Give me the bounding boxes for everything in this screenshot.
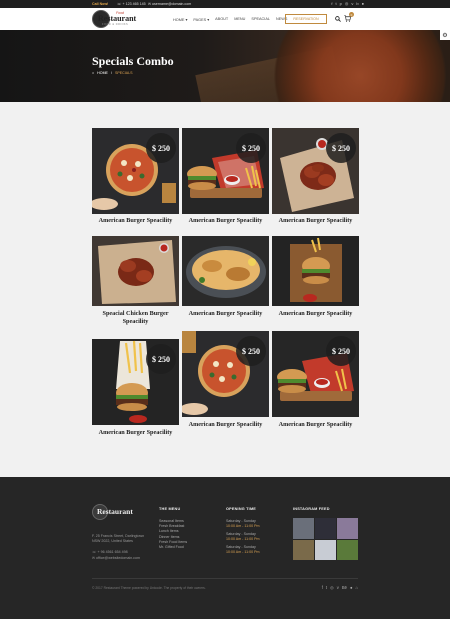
card-image[interactable]: $ 250 [182, 128, 269, 214]
menu-list: Seasonal Items Fresh Breakfast Lunch Ite… [159, 519, 187, 550]
hours-time: 10:00 Am - 11:00 Pm [226, 523, 260, 528]
copyright-text: © 2017 Restaurant Theme powered by Unico… [92, 586, 206, 590]
twitter-icon[interactable]: t [326, 585, 327, 590]
opening-hours: Saturday - Sunday 10:00 Am - 11:00 Pm Sa… [226, 519, 286, 559]
breadcrumb: ⌂ HOME / SPECIALS [92, 71, 133, 75]
footer-divider [92, 578, 358, 579]
price-badge: $ 250 [236, 133, 266, 163]
breadcrumb-home[interactable]: HOME [97, 71, 108, 75]
card-title[interactable]: American Burger Speacility [182, 217, 269, 225]
facebook-icon[interactable]: f [322, 585, 323, 590]
page-hero: Specials Combo ⌂ HOME / SPECIALS [0, 30, 450, 102]
nav-home[interactable]: HOME ▾ [173, 17, 187, 22]
home-icon: ⌂ [92, 71, 95, 75]
main-nav: HOME ▾ PAGES ▾ ABOUT MENU SPEACIAL NEWS [173, 17, 287, 22]
instagram-icon[interactable]: ◎ [345, 1, 349, 6]
site-logo[interactable]: Food Restaurant FOOD & DRINKS [92, 10, 142, 28]
pinterest-icon[interactable]: p [340, 1, 342, 6]
footer-logo[interactable]: Restaurant [92, 504, 142, 520]
menu-link[interactable]: Mr. Gifted Food [159, 545, 187, 550]
instagram-thumb[interactable] [337, 518, 358, 539]
instagram-icon[interactable]: ◎ [330, 585, 334, 590]
card-title[interactable]: American Burger Speacility [182, 310, 269, 318]
hours-row: Saturday - Sunday 10:00 Am - 11:00 Pm [226, 532, 286, 541]
price-badge: $ 250 [236, 336, 266, 366]
hours-time: 10:00 Am - 11:00 Pm [226, 536, 260, 541]
vimeo-icon[interactable]: v [351, 1, 353, 6]
card-image[interactable]: $ 250 [272, 331, 359, 417]
card-image[interactable]: $ 250 [182, 331, 269, 417]
price-badge: $ 250 [326, 336, 356, 366]
chicken-graphic [182, 236, 269, 306]
behance-icon[interactable]: b [356, 1, 358, 6]
card-image[interactable]: $ 250 [272, 128, 359, 214]
reservation-button[interactable]: RESERVATION [285, 14, 327, 24]
topbar-socials: f t p ◎ v b ● [331, 1, 364, 6]
breadcrumb-current: SPECIALS [114, 71, 133, 75]
hours-time: 10:00 Am - 11:00 Pm [226, 549, 260, 554]
menu-heading: THE MENU [159, 507, 181, 511]
card-title[interactable]: American Burger Speacility [272, 310, 359, 318]
price-badge: $ 250 [326, 133, 356, 163]
hours-heading: OPENING TIME [226, 507, 257, 511]
card-image[interactable]: $ 250 [92, 128, 179, 214]
card-title[interactable]: American Burger Speacility [272, 421, 359, 429]
footer-email[interactable]: office@websitedomain.com [96, 556, 140, 560]
search-icon[interactable] [335, 16, 341, 22]
instagram-thumb[interactable] [293, 539, 314, 560]
card-image[interactable] [272, 236, 359, 306]
call-now-label: Call Now! [92, 1, 109, 6]
nav-pages[interactable]: PAGES ▾ [193, 17, 209, 22]
top-bar: Call Now! ☏ + 123 465 145 ✉ username@dom… [0, 0, 450, 8]
topbar-email[interactable]: ✉ username@domain.com [148, 2, 191, 6]
hours-row: Saturday - Sunday 10:00 Am - 11:00 Pm [226, 545, 286, 554]
instagram-thumb[interactable] [315, 518, 336, 539]
footer-contact: ☏ + 96 4561 654 498 ✉ office@websitedoma… [92, 549, 140, 561]
card-image[interactable] [182, 236, 269, 306]
main-header: Food Restaurant FOOD & DRINKS HOME ▾ PAG… [0, 8, 450, 30]
card-title[interactable]: American Burger Speacility [92, 429, 179, 437]
hours-row: Saturday - Sunday 10:00 Am - 11:00 Pm [226, 519, 286, 528]
breadcrumb-separator: / [110, 71, 112, 75]
card-title[interactable]: American Burger Speacility [182, 421, 269, 429]
topbar-email-text: username@domain.com [152, 1, 192, 6]
dribbble-icon[interactable]: ● [362, 1, 364, 6]
hero-pizza-graphic [260, 30, 450, 102]
card-image[interactable]: $ 250 [92, 339, 179, 425]
nav-special[interactable]: SPEACIAL [251, 17, 270, 22]
twitter-icon[interactable]: t [335, 1, 336, 6]
instagram-heading: INSTAGRAM FEED [293, 507, 330, 511]
settings-gear-icon[interactable]: ⚙ [440, 30, 450, 40]
burger-graphic [272, 236, 359, 306]
topbar-phone[interactable]: ☏ + 123 465 145 [117, 2, 146, 6]
nav-about[interactable]: ABOUT [215, 17, 228, 22]
instagram-feed [293, 518, 358, 560]
logo-word: Restaurant [98, 14, 137, 23]
price-badge: $ 250 [146, 133, 176, 163]
facebook-icon[interactable]: f [331, 1, 332, 6]
nav-menu[interactable]: MENU [234, 17, 245, 22]
cart-count-badge: 0 [349, 12, 354, 17]
wings-graphic [92, 236, 179, 306]
instagram-thumb[interactable] [337, 539, 358, 560]
instagram-thumb[interactable] [315, 539, 336, 560]
logo-sub: FOOD & DRINKS [102, 23, 129, 26]
footer-socials: f t ◎ v Bē ● ⌂ [322, 585, 358, 590]
card-title[interactable]: American Burger Speacility [92, 217, 179, 225]
dribbble-icon[interactable]: ● [350, 585, 353, 590]
page-title: Specials Combo [92, 54, 174, 68]
card-image[interactable] [92, 236, 179, 306]
footer-logo-word: Restaurant [97, 507, 133, 516]
footer-phone[interactable]: + 96 4561 654 498 [98, 550, 128, 554]
vimeo-icon[interactable]: v [337, 585, 339, 590]
topbar-phone-text: + 123 465 145 [122, 1, 146, 6]
instagram-thumb[interactable] [293, 518, 314, 539]
site-footer: Restaurant F. 25 Francis Street, Darling… [0, 477, 450, 619]
card-title[interactable]: American Burger Speacility [272, 217, 359, 225]
price-badge: $ 250 [146, 344, 176, 374]
card-title[interactable]: Speacial Chicken Burger Speacility [92, 310, 179, 326]
footer-address: F. 25 Francis Street, Darlingtown NSW 20… [92, 534, 145, 543]
github-icon[interactable]: ⌂ [355, 585, 358, 590]
behance-icon[interactable]: Bē [342, 585, 347, 590]
